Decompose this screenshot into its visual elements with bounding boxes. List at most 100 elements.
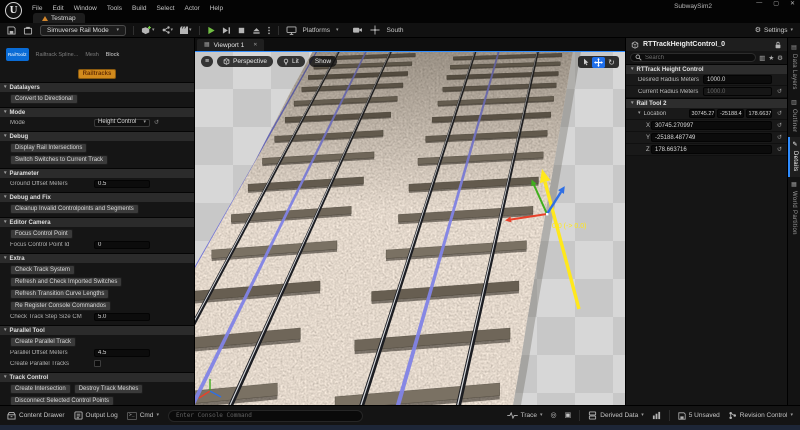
z-value-field[interactable]: 178.663716 bbox=[651, 145, 772, 154]
minimize-icon[interactable]: — bbox=[756, 0, 762, 7]
check-track-step-size-cm-field[interactable]: 5.0 bbox=[94, 313, 150, 321]
perspective-dropdown[interactable]: Perspective bbox=[217, 56, 273, 67]
location-y-field[interactable]: -25188.4 bbox=[717, 109, 744, 118]
skip-frame-icon[interactable] bbox=[222, 26, 231, 35]
location-x-field[interactable]: 30745.27 bbox=[689, 109, 716, 118]
x-value-field[interactable]: 30745.270997 bbox=[651, 121, 772, 130]
derived-data-dropdown[interactable]: Derived Data ▾ bbox=[588, 411, 643, 420]
button-create-intersection[interactable]: Create Intersection bbox=[10, 384, 71, 394]
button-create-parallel-track[interactable]: Create Parallel Track bbox=[10, 337, 76, 347]
tool-tab-mesh[interactable]: Mesh bbox=[85, 52, 98, 58]
button-focus-control-point[interactable]: Focus Control Point bbox=[10, 229, 73, 239]
console-command-input[interactable] bbox=[168, 410, 363, 422]
menu-help[interactable]: Help bbox=[210, 5, 223, 12]
select-tool-icon[interactable] bbox=[579, 57, 592, 68]
blueprints-icon[interactable]: ▾ bbox=[161, 25, 174, 35]
reset-icon[interactable]: ↺ bbox=[775, 110, 784, 117]
side-tab-details[interactable]: ✎Details bbox=[788, 137, 800, 176]
category-rail-tool-2[interactable]: ▾ Rail Tool 2 bbox=[626, 98, 787, 108]
display-options-icon[interactable]: ▥ bbox=[759, 54, 765, 62]
side-tab-data-layers[interactable]: ▤Data Layers bbox=[788, 40, 800, 95]
section-header-debug[interactable]: ▾Debug bbox=[0, 131, 194, 141]
tool-tab-railtrack-spline[interactable]: Railtrack Spline... bbox=[36, 52, 79, 58]
close-icon[interactable]: ✕ bbox=[790, 0, 795, 7]
move-tool-icon[interactable] bbox=[592, 57, 605, 68]
button-disconnect-selected-control-points[interactable]: Disconnect Selected Control Points bbox=[10, 396, 114, 405]
menu-edit[interactable]: Edit bbox=[52, 5, 63, 12]
section-header-parameter[interactable]: ▾Parameter bbox=[0, 168, 194, 178]
reset-icon[interactable]: ↺ bbox=[775, 134, 784, 141]
cinematics-icon[interactable]: ▾ bbox=[179, 25, 192, 35]
maximize-icon[interactable]: ▢ bbox=[773, 0, 779, 7]
menu-tools[interactable]: Tools bbox=[107, 5, 122, 12]
ground-offset-meters-field[interactable]: 0.5 bbox=[94, 180, 150, 188]
lit-dropdown[interactable]: Lit bbox=[277, 56, 305, 67]
section-header-debug-and-fix[interactable]: ▾Debug and Fix bbox=[0, 192, 194, 202]
tool-tab-railtool2[interactable]: RailTool2 bbox=[6, 48, 29, 61]
add-actor-icon[interactable]: ▾ bbox=[141, 25, 155, 36]
save-icon[interactable] bbox=[7, 26, 16, 35]
settings-dropdown[interactable]: ⚙ Settings ▾ bbox=[755, 27, 793, 34]
desired-radius-field[interactable]: 1000.0 bbox=[703, 75, 772, 84]
platforms-dropdown[interactable]: Platforms ▾ bbox=[286, 26, 339, 35]
section-header-track-control[interactable]: ▾Track Control bbox=[0, 372, 194, 382]
tab-viewport-1[interactable]: ▦ Viewport 1 ✕ bbox=[197, 39, 264, 51]
camera-icon[interactable] bbox=[352, 26, 363, 34]
section-header-parallel-tool[interactable]: ▾Parallel Tool bbox=[0, 325, 194, 335]
mode-dropdown[interactable]: Height Control▾ bbox=[94, 119, 150, 127]
content-drawer-button[interactable]: Content Drawer bbox=[7, 411, 65, 420]
section-header-mode[interactable]: ▾Mode bbox=[0, 107, 194, 117]
lock-icon[interactable] bbox=[774, 41, 782, 49]
button-switch-switches-to-current-track[interactable]: Switch Switches to Current Track bbox=[10, 155, 108, 165]
button-refresh-transition-curve-lengths[interactable]: Refresh Transition Curve Lengths bbox=[10, 289, 109, 299]
eject-icon[interactable] bbox=[252, 26, 261, 35]
button-destroy-track-meshes[interactable]: Destroy Track Meshes bbox=[74, 384, 144, 394]
reset-icon[interactable]: ↺ bbox=[775, 146, 784, 153]
transform-snap-icon[interactable] bbox=[370, 25, 380, 35]
y-value-field[interactable]: -25188.487749 bbox=[651, 133, 772, 142]
screenshot-icon[interactable]: ▣ bbox=[565, 412, 572, 419]
button-refresh-and-check-imported-switches[interactable]: Refresh and Check Imported Switches bbox=[10, 277, 122, 287]
side-tab-world-partition[interactable]: ▦World Partition bbox=[788, 177, 800, 240]
output-log-button[interactable]: Output Log bbox=[74, 411, 118, 420]
rotate-tool-icon[interactable]: ↻ bbox=[605, 57, 618, 68]
side-tab-outliner[interactable]: ▥Outliner bbox=[788, 95, 800, 137]
menu-build[interactable]: Build bbox=[132, 5, 146, 12]
stats-icon[interactable] bbox=[652, 411, 661, 420]
reset-icon[interactable]: ↺ bbox=[775, 88, 784, 95]
create-parallel-tracks-checkbox[interactable] bbox=[94, 360, 101, 367]
button-re-register-console-commandos[interactable]: Re Register Console Commandos bbox=[10, 301, 111, 311]
play-icon[interactable] bbox=[207, 26, 216, 35]
details-search-field[interactable] bbox=[630, 53, 756, 62]
show-dropdown[interactable]: Show bbox=[309, 56, 337, 67]
parallel-offset-meters-field[interactable]: 4.5 bbox=[94, 349, 150, 357]
button-convert-to-directional[interactable]: Convert to Directional bbox=[10, 94, 78, 104]
section-header-datalayers[interactable]: ▾Datalayers bbox=[0, 82, 194, 92]
play-options-icon[interactable] bbox=[267, 26, 271, 35]
menu-window[interactable]: Window bbox=[74, 5, 97, 12]
button-display-rail-intersections[interactable]: Display Rail Intersections bbox=[10, 143, 87, 153]
favorites-icon[interactable]: ★ bbox=[768, 54, 774, 62]
trace-dropdown[interactable]: Trace ▾ bbox=[507, 412, 543, 419]
section-header-extra[interactable]: ▾Extra bbox=[0, 253, 194, 263]
menu-file[interactable]: File bbox=[32, 5, 42, 12]
unreal-logo-icon[interactable]: U bbox=[5, 2, 22, 19]
reset-icon[interactable]: ↺ bbox=[154, 119, 159, 126]
revision-control-dropdown[interactable]: Revision Control ▾ bbox=[728, 411, 793, 420]
menu-select[interactable]: Select bbox=[156, 5, 174, 12]
collapse-icon[interactable]: ▾ bbox=[638, 111, 641, 116]
close-icon[interactable]: ✕ bbox=[253, 42, 257, 48]
section-header-editor-camera[interactable]: ▾Editor Camera bbox=[0, 217, 194, 227]
button-check-track-system[interactable]: Check Track System bbox=[10, 265, 75, 275]
focus-control-point-id-field[interactable]: 0 bbox=[94, 241, 150, 249]
unsaved-button[interactable]: 5 Unsaved bbox=[678, 412, 720, 420]
stop-icon[interactable] bbox=[237, 26, 246, 35]
trace-region-icon[interactable]: ◎ bbox=[551, 412, 557, 419]
button-cleanup-invalid-controlpoints-and-segments[interactable]: Cleanup Invalid Controlpoints and Segmen… bbox=[10, 204, 139, 214]
menu-actor[interactable]: Actor bbox=[185, 5, 200, 12]
tool-tab-block[interactable]: Block bbox=[106, 52, 119, 58]
category-rttrack-height-control[interactable]: ▾ RTTrack Height Control bbox=[626, 64, 787, 74]
railtracks-button[interactable]: Railtracks bbox=[78, 69, 117, 79]
editor-mode-dropdown[interactable]: Simuverse Rail Mode ▾ bbox=[40, 25, 126, 36]
location-z-field[interactable]: 178.6637 bbox=[746, 109, 773, 118]
